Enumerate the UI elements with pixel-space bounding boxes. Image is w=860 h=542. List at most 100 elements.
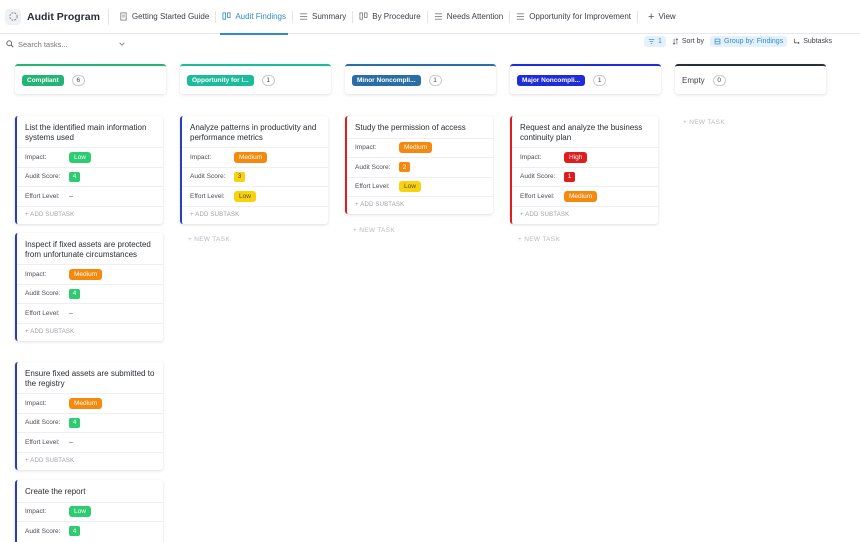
group-icon (714, 38, 721, 45)
tab-getting-started-guide[interactable]: Getting Started Guide (113, 0, 215, 34)
search-box[interactable] (6, 39, 131, 49)
field-label: Audit Score: (190, 173, 226, 181)
status-pill: Minor Noncompli... (352, 74, 421, 86)
audit-score-tag[interactable]: 4 (69, 417, 80, 428)
field-label: Effort Level: (25, 438, 60, 446)
field-label: Effort Level: (25, 192, 60, 200)
task-title[interactable]: Analyze patterns in productivity and per… (182, 116, 328, 147)
column-header-opportunity[interactable]: Opportunity for I... 1 (180, 64, 331, 94)
divider (107, 8, 109, 25)
status-pill: Opportunity for I... (187, 74, 254, 86)
filter-button[interactable]: 1 (643, 36, 666, 47)
task-card[interactable]: Ensure fixed assets are submitted to the… (15, 362, 163, 470)
tab-summary[interactable]: Summary (293, 0, 352, 34)
top-bar: Audit Program Getting Started Guide Audi… (0, 0, 860, 35)
task-card[interactable]: Request and analyze the business continu… (510, 116, 658, 224)
sort-icon (672, 38, 679, 45)
task-title[interactable]: Inspect if fixed assets are protected fr… (17, 233, 163, 264)
doc-icon (120, 12, 127, 21)
board-icon (222, 12, 231, 20)
task-title[interactable]: Request and analyze the business continu… (512, 116, 658, 147)
task-card[interactable]: Study the permission of access Impact: Me… (345, 116, 493, 214)
add-view-button[interactable]: + View (648, 11, 676, 23)
field-label: Impact: (355, 144, 377, 152)
new-task-button[interactable]: + NEW TASK (518, 236, 560, 243)
task-title[interactable]: List the identified main information sys… (17, 116, 163, 147)
effort-level-value[interactable]: – (69, 439, 73, 446)
impact-tag[interactable]: Medium (399, 142, 433, 154)
audit-score-tag[interactable]: 4 (69, 288, 80, 299)
task-card[interactable]: Inspect if fixed assets are protected fr… (15, 233, 163, 341)
new-task-button[interactable]: + NEW TASK (683, 119, 725, 126)
board-icon (359, 12, 368, 20)
impact-tag[interactable]: Medium (234, 151, 268, 163)
task-title[interactable]: Study the permission of access (347, 116, 493, 138)
group-label: Group by: Findings (724, 38, 784, 45)
audit-score-tag[interactable]: 4 (69, 526, 80, 537)
impact-tag[interactable]: High (564, 151, 588, 163)
impact-tag[interactable]: Medium (69, 397, 103, 409)
tab-audit-findings[interactable]: Audit Findings (216, 0, 292, 35)
subtasks-label: Subtasks (803, 38, 832, 45)
status-pill: Compliant (22, 74, 64, 86)
column-header-minor[interactable]: Minor Noncompli... 1 (345, 64, 496, 94)
list-icon (299, 13, 308, 20)
effort-level-value[interactable]: – (69, 310, 73, 317)
add-subtask-button[interactable]: + ADD SUBTASK (17, 205, 163, 224)
field-label: Audit Score: (25, 527, 61, 535)
filter-count: 1 (657, 38, 662, 45)
task-count-badge: 1 (261, 74, 275, 86)
field-label: Audit Score: (355, 163, 391, 171)
field-label: Audit Score: (25, 173, 61, 181)
app-icon[interactable] (5, 8, 21, 25)
effort-level-tag[interactable]: Low (234, 190, 256, 202)
tab-label: By Procedure (372, 12, 421, 21)
column-header-empty[interactable]: Empty 0 (675, 64, 826, 94)
group-by-button[interactable]: Group by: Findings (710, 36, 788, 47)
search-input[interactable] (18, 39, 118, 49)
effort-level-tag[interactable]: Low (399, 181, 421, 193)
audit-score-tag[interactable]: 2 (399, 162, 410, 173)
field-label: Effort Level: (355, 183, 390, 191)
field-label: Impact: (190, 153, 212, 161)
field-label: Audit Score: (520, 173, 556, 181)
impact-tag[interactable]: Low (69, 506, 91, 518)
field-label: Impact: (25, 508, 47, 516)
task-title[interactable]: Ensure fixed assets are submitted to the… (17, 362, 163, 393)
new-task-button[interactable]: + NEW TASK (353, 227, 395, 234)
effort-level-tag[interactable]: Medium (564, 190, 598, 202)
add-subtask-button[interactable]: + ADD SUBTASK (17, 322, 163, 341)
list-icon (434, 13, 442, 20)
tab-label: Summary (312, 12, 347, 21)
add-subtask-button[interactable]: + ADD SUBTASK (347, 196, 493, 214)
subtasks-button[interactable]: Subtasks (793, 38, 832, 45)
tab-needs-attention[interactable]: Needs Attention (428, 0, 509, 34)
toolbar: 1 Sort by Group by: Findings Subtasks (0, 34, 860, 54)
effort-level-value[interactable]: – (69, 193, 73, 200)
tab-by-procedure[interactable]: By Procedure (353, 0, 426, 34)
audit-score-tag[interactable]: 1 (564, 171, 575, 182)
task-title[interactable]: Create the report (17, 480, 163, 502)
list-icon (517, 13, 525, 20)
tab-opportunity-for-improvement[interactable]: Opportunity for Improvement (510, 0, 637, 34)
task-card[interactable]: List the identified main information sys… (15, 116, 163, 224)
audit-score-tag[interactable]: 4 (69, 171, 80, 182)
impact-tag[interactable]: Medium (69, 268, 103, 280)
column-header-major[interactable]: Major Noncompli... 1 (510, 64, 661, 94)
search-icon (6, 40, 14, 48)
task-card[interactable]: Create the report Impact: Low Audit Score… (15, 480, 163, 542)
add-subtask-button[interactable]: + ADD SUBTASK (512, 205, 658, 224)
field-label: Effort Level: (520, 192, 555, 200)
field-label: Impact: (25, 399, 47, 407)
sort-button[interactable]: Sort by (672, 38, 704, 45)
chevron-down-icon[interactable] (118, 40, 126, 48)
column-header-compliant[interactable]: Compliant 6 (15, 64, 166, 94)
task-card[interactable]: Analyze patterns in productivity and per… (180, 116, 328, 224)
new-task-button[interactable]: + NEW TASK (188, 236, 230, 243)
add-subtask-button[interactable]: + ADD SUBTASK (17, 451, 163, 470)
impact-tag[interactable]: Low (69, 151, 91, 163)
audit-score-tag[interactable]: 3 (234, 171, 245, 182)
task-count-badge: 0 (712, 74, 726, 86)
add-subtask-button[interactable]: + ADD SUBTASK (182, 205, 328, 224)
field-label: Impact: (25, 270, 47, 278)
